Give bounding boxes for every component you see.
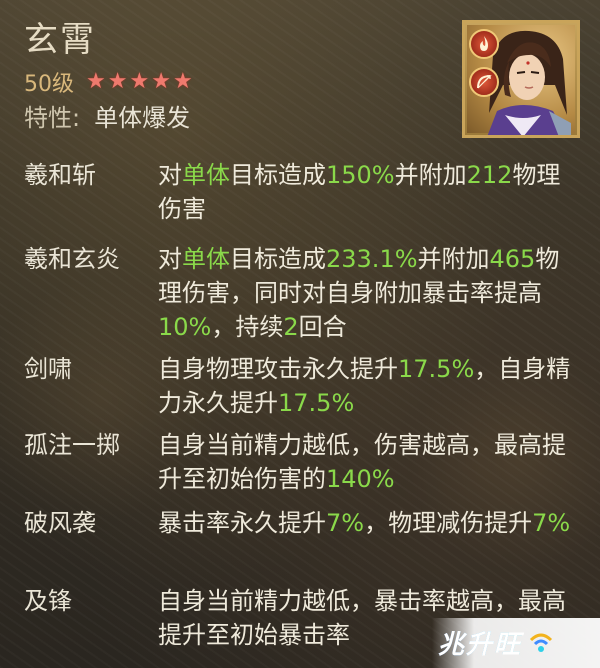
skill-description: 自身物理攻击永久提升17.5%，自身精力永久提升17.5% xyxy=(158,352,578,420)
star-icon: ★ xyxy=(86,69,106,94)
skill-description: 对单体目标造成150%并附加212物理伤害 xyxy=(158,158,578,226)
description-text: 并附加 xyxy=(417,245,490,273)
highlight-value: 212 xyxy=(466,161,513,189)
wifi-logo-icon xyxy=(529,633,553,652)
fire-element-badge xyxy=(469,29,499,59)
star-icon: ★ xyxy=(129,69,150,94)
highlight-value: 单体 xyxy=(182,161,230,189)
skill-name: 剑啸 xyxy=(24,355,72,383)
trait-label: 特性: xyxy=(24,104,81,132)
description-text: 回合 xyxy=(298,313,347,341)
highlight-value: 2 xyxy=(283,313,299,341)
description-text: 对 xyxy=(158,161,182,189)
highlight-value: 140% xyxy=(326,465,395,493)
description-text: 并附加 xyxy=(394,161,467,189)
highlight-value: 10% xyxy=(158,313,212,341)
skill-name: 破风袭 xyxy=(24,509,96,537)
highlight-value: 单体 xyxy=(182,245,230,273)
highlight-value: 7% xyxy=(326,509,365,537)
site-watermark: 兆升旺 xyxy=(438,622,556,662)
description-text: 目标造成 xyxy=(230,161,326,189)
highlight-value: 233.1% xyxy=(326,245,418,273)
description-text: 自身物理攻击永久提升 xyxy=(158,355,398,383)
skill-name: 及锋 xyxy=(24,587,72,615)
skill-name: 羲和玄炎 xyxy=(24,245,120,273)
star-rating: ★ ★ ★ ★ ★ xyxy=(86,71,195,93)
fire-icon xyxy=(480,36,488,51)
description-text: ，持续 xyxy=(211,313,284,341)
hero-portrait[interactable] xyxy=(462,20,580,138)
hero-info-panel: 玄霄 50级 ★ ★ ★ ★ ★ 特性: 单体爆发 羲和斩 对单体目标造成150… xyxy=(0,0,600,668)
level-row: 50级 ★ ★ ★ ★ ★ xyxy=(24,68,195,98)
highlight-value: 150% xyxy=(326,161,395,189)
hero-level: 50级 xyxy=(24,72,74,97)
skill-name: 孤注一掷 xyxy=(24,431,120,459)
highlight-value: 465 xyxy=(489,245,536,273)
weapon-type-badge xyxy=(469,67,499,97)
star-icon: ★ xyxy=(151,69,171,94)
skill-name: 羲和斩 xyxy=(24,161,96,189)
description-text: 对 xyxy=(158,245,182,273)
hero-name: 玄霄 xyxy=(24,20,96,60)
skill-description: 暴击率永久提升7%，物理减伤提升7% xyxy=(158,506,578,540)
watermark-text: 兆升旺 xyxy=(438,624,522,661)
bow-icon xyxy=(477,75,492,89)
description-text: ，物理减伤提升 xyxy=(364,509,533,537)
skill-description: 自身当前精力越低，伤害越高，最高提升至初始伤害的140% xyxy=(158,428,578,496)
description-text: 暴击率永久提升 xyxy=(158,509,326,537)
description-text: 目标造成 xyxy=(230,245,326,273)
star-icon: ★ xyxy=(107,69,128,94)
skill-description: 对单体目标造成233.1%并附加465物理伤害，同时对自身附加暴击率提高10%，… xyxy=(158,242,578,344)
highlight-value: 17.5% xyxy=(398,355,475,383)
trait-value: 单体爆发 xyxy=(94,104,191,132)
star-icon: ★ xyxy=(172,69,193,94)
highlight-value: 7% xyxy=(532,509,571,537)
trait-row: 特性: 单体爆发 xyxy=(24,98,190,133)
highlight-value: 17.5% xyxy=(278,389,355,417)
